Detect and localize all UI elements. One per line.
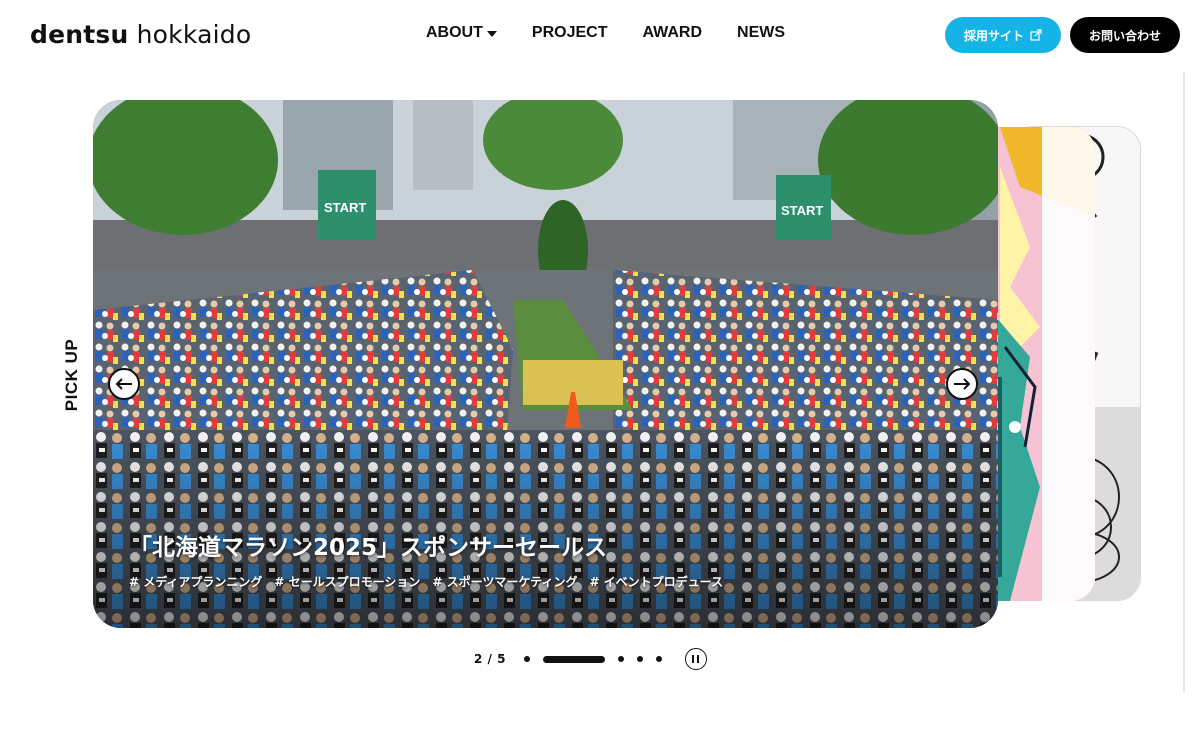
- pickup-text: PICK UP: [62, 338, 81, 412]
- pause-icon: [692, 655, 695, 663]
- site-header: dentsu hokkaido ABOUT PROJECT AWARD NEWS…: [0, 0, 1200, 70]
- page-scrollbar[interactable]: [1183, 72, 1185, 692]
- caret-down-icon: [486, 31, 497, 37]
- logo-dentsu: dentsu: [30, 20, 129, 49]
- site-logo[interactable]: dentsu hokkaido: [30, 20, 251, 49]
- pause-button[interactable]: [684, 648, 707, 670]
- slide-card-active[interactable]: START START 「北海道マラソン2025」スポンサーセールス # メディ…: [93, 100, 998, 628]
- pagination-dots: [523, 655, 675, 663]
- slide-counter: 2 / 5: [474, 652, 506, 666]
- recruit-site-button[interactable]: 採用サイト: [945, 17, 1061, 53]
- main-nav: ABOUT PROJECT AWARD NEWS: [426, 24, 820, 42]
- nav-project-label: PROJECT: [531, 24, 608, 41]
- slider-pagination: 2 / 5: [474, 648, 707, 670]
- tag-item[interactable]: # セールスプロモーション: [274, 573, 420, 590]
- slide-tags: # メディアプランニング # セールスプロモーション # スポーツマーケティング…: [129, 573, 723, 590]
- nav-news[interactable]: NEWS: [737, 24, 785, 42]
- nav-project[interactable]: PROJECT: [532, 24, 608, 42]
- external-link-icon: [1030, 29, 1042, 41]
- nav-award[interactable]: AWARD: [642, 24, 702, 42]
- pagination-dot[interactable]: [655, 656, 662, 662]
- tag-item[interactable]: # メディアプランニング: [129, 573, 262, 590]
- start-banner-right: START: [781, 203, 823, 218]
- tag-item[interactable]: # イベントプロデュース: [589, 573, 723, 590]
- nav-about[interactable]: ABOUT: [426, 24, 497, 42]
- arrow-left-icon: [115, 378, 132, 390]
- slide-title[interactable]: 「北海道マラソン2025」スポンサーセールス: [129, 528, 607, 562]
- logo-hokkaido: hokkaido: [136, 20, 252, 49]
- pagination-dot-active[interactable]: [542, 655, 605, 663]
- nav-award-label: AWARD: [642, 24, 703, 41]
- prev-slide-button[interactable]: [108, 368, 140, 400]
- pagination-dot[interactable]: [636, 656, 643, 662]
- recruit-site-label: 採用サイト: [963, 28, 1024, 43]
- nav-about-label: ABOUT: [426, 24, 483, 41]
- tag-item[interactable]: # スポーツマーケティング: [432, 573, 577, 590]
- arrow-right-icon: [954, 378, 971, 390]
- contact-label: お問い合わせ: [1088, 28, 1161, 43]
- pagination-dot[interactable]: [523, 656, 530, 662]
- contact-button[interactable]: お問い合わせ: [1070, 17, 1180, 53]
- start-banner-left: START: [324, 200, 366, 215]
- pickup-section-label: PICK UP: [58, 330, 86, 420]
- pagination-dot[interactable]: [617, 656, 624, 662]
- next-slide-button[interactable]: [946, 368, 978, 400]
- nav-news-label: NEWS: [737, 24, 786, 41]
